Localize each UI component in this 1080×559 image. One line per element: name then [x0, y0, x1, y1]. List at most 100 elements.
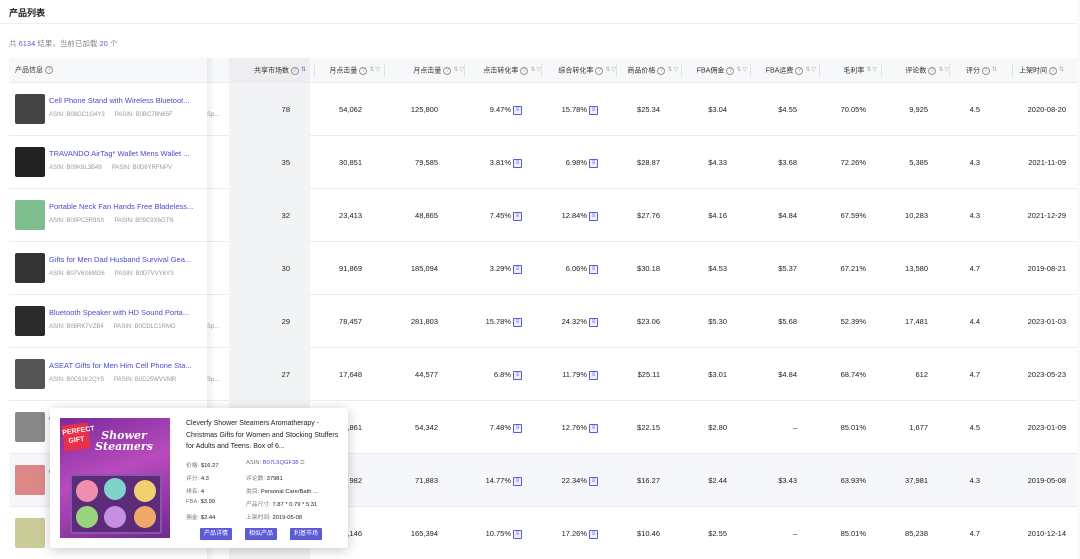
col-margin[interactable]: 毛利率 ⇅▽: [821, 58, 877, 83]
kv-key: ASIN:: [246, 460, 262, 466]
help-icon[interactable]: ?: [1049, 66, 1057, 75]
kv-key: 类目:: [246, 489, 260, 495]
cell-reviews: 612: [915, 370, 928, 379]
product-name-link[interactable]: ASEAT Gifts for Men Him Cell Phone Sta..…: [49, 361, 201, 370]
trend-badge-icon[interactable]: ≡: [589, 105, 598, 115]
cell-fba-fee: $4.16: [708, 211, 727, 220]
trend-badge-icon[interactable]: ≡: [589, 317, 598, 327]
product-name-link[interactable]: TRAVANDO AirTag* Wallet Mens Wallet ...: [49, 149, 201, 158]
cell-share: 78: [281, 105, 290, 114]
asin-link[interactable]: B07L5QGF38: [263, 460, 299, 466]
copy-icon[interactable]: ⧉: [300, 460, 304, 466]
table-row[interactable]: Portable Neck Fan Hands Free Bladeless..…: [9, 189, 1080, 242]
trend-badge-icon[interactable]: ≡: [513, 317, 522, 327]
trend-badge-icon[interactable]: ≡: [513, 529, 522, 539]
product-name-link[interactable]: Bluetooth Speaker with HD Sound Porta...: [49, 308, 201, 317]
product-thumbnail[interactable]: [15, 518, 45, 548]
product-name-link[interactable]: Gifts for Men Dad Husband Survival Gea..…: [49, 255, 201, 264]
trend-badge-icon[interactable]: ≡: [589, 264, 598, 274]
col-fba-ship[interactable]: FBA运费? ⇅▽: [753, 58, 816, 83]
help-icon[interactable]: ?: [595, 66, 604, 75]
product-name-link[interactable]: Portable Neck Fan Hands Free Bladeless..…: [49, 202, 201, 211]
help-icon[interactable]: ?: [290, 66, 299, 75]
trend-badge-icon[interactable]: ≡: [589, 529, 598, 539]
col-monthly-sales[interactable]: 月点击量? ⇅▽: [384, 58, 464, 83]
table-row[interactable]: ASEAT Gifts for Men Him Cell Phone Sta..…: [9, 348, 1080, 401]
cell-click-rate: 9.47% ≡: [449, 83, 522, 136]
help-icon[interactable]: ?: [981, 66, 990, 75]
trend-badge-icon[interactable]: ≡: [513, 105, 522, 115]
trend-badge-icon[interactable]: ≡: [589, 211, 598, 221]
sort-icon[interactable]: ⇅: [1059, 58, 1064, 83]
filter-icon[interactable]: ▽: [811, 58, 816, 83]
trend-badge-icon[interactable]: ≡: [513, 370, 522, 380]
product-thumbnail[interactable]: [15, 94, 45, 124]
product-thumbnail[interactable]: [15, 306, 45, 336]
cell-date: 2020-08-20: [1027, 105, 1066, 114]
sort-icon[interactable]: ⇅: [992, 58, 997, 83]
column-divider: [681, 64, 682, 77]
asin: ASIN: B09PC5R9SX: [49, 218, 105, 224]
table-row[interactable]: TRAVANDO AirTag* Wallet Mens Wallet ... A…: [9, 136, 1080, 189]
trend-badge-icon[interactable]: ≡: [513, 158, 522, 168]
sort-icon[interactable]: ⇅: [866, 58, 871, 83]
product-name-link[interactable]: Cell Phone Stand with Wireless Bluetoot.…: [49, 96, 201, 105]
similar-products-button[interactable]: 相似产品: [245, 528, 278, 540]
help-icon[interactable]: ?: [928, 66, 937, 75]
table-row[interactable]: Gifts for Men Dad Husband Survival Gea..…: [9, 242, 1080, 295]
col-price[interactable]: 商品价格? ⇅▽: [616, 58, 678, 83]
filter-icon[interactable]: ▽: [872, 58, 877, 83]
help-icon[interactable]: ?: [726, 66, 735, 75]
sort-icon[interactable]: ⇅: [369, 58, 374, 83]
col-click-rate[interactable]: 点击转化率? ⇅▽: [464, 58, 541, 83]
help-icon[interactable]: ?: [795, 66, 804, 75]
help-icon[interactable]: ?: [443, 66, 452, 75]
product-thumbnail[interactable]: [15, 147, 45, 177]
product-thumbnail[interactable]: [15, 465, 45, 495]
help-icon[interactable]: ?: [657, 66, 666, 75]
trend-badge-icon[interactable]: ≡: [513, 264, 522, 274]
product-thumbnail[interactable]: [15, 359, 45, 389]
sort-icon[interactable]: ⇅: [736, 58, 741, 83]
product-thumbnail[interactable]: [15, 200, 45, 230]
col-conv-rate[interactable]: 综合转化率? ⇅▽: [541, 58, 616, 83]
trend-badge-icon[interactable]: ≡: [513, 211, 522, 221]
help-icon[interactable]: ?: [359, 66, 368, 75]
col-listing[interactable]: 上架时间? ⇅: [1019, 58, 1080, 83]
filter-icon[interactable]: ▽: [742, 58, 747, 83]
sort-icon[interactable]: ⇅: [605, 58, 610, 83]
filter-icon[interactable]: ▽: [375, 58, 380, 83]
cell-margin: 68.74%: [840, 370, 866, 379]
sort-icon[interactable]: ⇅: [667, 58, 672, 83]
trend-badge-icon[interactable]: ≡: [513, 476, 522, 486]
trend-badge-icon[interactable]: ≡: [513, 423, 522, 433]
product-detail-button[interactable]: 产品详情: [200, 528, 233, 540]
sort-icon[interactable]: ⇅: [805, 58, 810, 83]
cell-click-rate: 10.75% ≡: [449, 507, 522, 559]
cell-margin: 72.26%: [840, 158, 866, 167]
product-thumbnail[interactable]: [15, 253, 45, 283]
sort-icon[interactable]: ⇅: [530, 58, 535, 83]
table-row[interactable]: Bluetooth Speaker with HD Sound Porta...…: [9, 295, 1080, 348]
trend-badge-icon[interactable]: ≡: [589, 423, 598, 433]
col-reviews[interactable]: 评论数? ⇅▽: [887, 58, 949, 83]
col-share[interactable]: 共享市场数? ⇅: [229, 58, 310, 83]
cell-click-rate: 3.81% ≡: [449, 136, 522, 189]
table-row[interactable]: Cell Phone Stand with Wireless Bluetoot.…: [9, 83, 1080, 136]
sort-icon[interactable]: ⇅: [301, 58, 306, 83]
col-monthly-units[interactable]: 月点击量? ⇅▽: [314, 58, 380, 83]
help-icon[interactable]: ?: [45, 66, 53, 75]
column-divider: [464, 64, 465, 77]
sort-icon[interactable]: ⇅: [938, 58, 943, 83]
help-icon[interactable]: ?: [520, 66, 529, 75]
cell-rating: 4.7: [969, 264, 980, 273]
col-fba-fee[interactable]: FBA佣金? ⇅▽: [685, 58, 747, 83]
sort-icon[interactable]: ⇅: [453, 58, 458, 83]
niche-market-button[interactable]: 利基市场: [290, 528, 323, 540]
filter-icon[interactable]: ▽: [673, 58, 678, 83]
trend-badge-icon[interactable]: ≡: [589, 158, 598, 168]
trend-badge-icon[interactable]: ≡: [589, 476, 598, 486]
col-rating[interactable]: 评分? ⇅: [949, 58, 997, 83]
trend-badge-icon[interactable]: ≡: [589, 370, 598, 380]
product-thumbnail[interactable]: [15, 412, 45, 442]
